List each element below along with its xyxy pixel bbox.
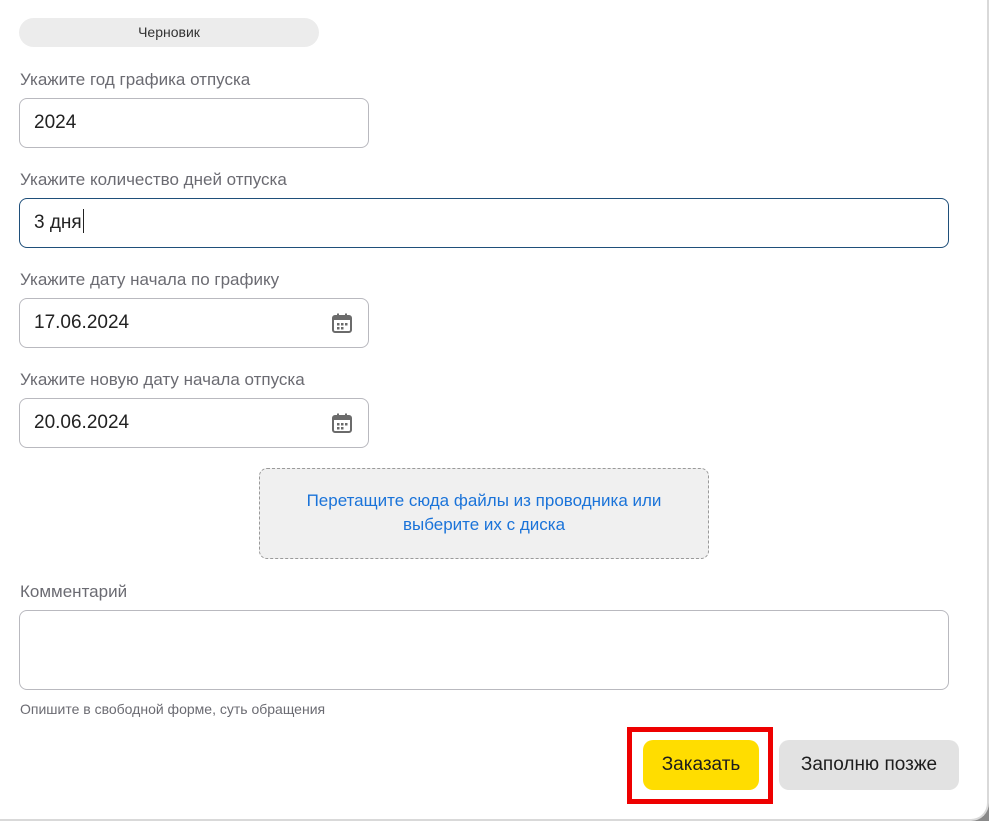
dropzone-text-line2: выберите их с диска	[402, 515, 566, 534]
submit-button[interactable]: Заказать	[643, 740, 759, 790]
text-caret	[82, 209, 84, 234]
comment-textarea[interactable]	[19, 610, 949, 690]
status-badge: Черновик	[19, 18, 319, 47]
comment-hint: Опишите в свободной форме, суть обращени…	[20, 701, 326, 717]
new-start-date-input[interactable]: 20.06.2024	[19, 398, 369, 448]
days-value: 3 дня	[34, 212, 82, 233]
calendar-icon[interactable]	[331, 312, 353, 334]
year-label: Укажите год графика отпуска	[20, 70, 251, 89]
request-form-panel: Черновик Укажите год графика отпуска 202…	[0, 0, 989, 821]
dropzone-text-line1: Перетащите сюда файлы из проводника или	[306, 491, 662, 510]
fill-later-button[interactable]: Заполню позже	[779, 740, 959, 790]
start-date-input[interactable]: 17.06.2024	[19, 298, 369, 348]
file-dropzone[interactable]: Перетащите сюда файлы из проводника или …	[259, 468, 709, 559]
new-start-date-label: Укажите новую дату начала отпуска	[20, 370, 305, 389]
start-date-value: 17.06.2024	[34, 312, 130, 333]
year-value: 2024	[34, 112, 77, 133]
start-date-label: Укажите дату начала по графику	[20, 270, 280, 289]
days-label: Укажите количество дней отпуска	[20, 170, 287, 189]
calendar-icon[interactable]	[331, 412, 353, 434]
year-input[interactable]: 2024	[19, 98, 369, 148]
days-input[interactable]: 3 дня	[19, 198, 949, 248]
new-start-date-value: 20.06.2024	[34, 412, 130, 433]
comment-label: Комментарий	[20, 582, 128, 601]
